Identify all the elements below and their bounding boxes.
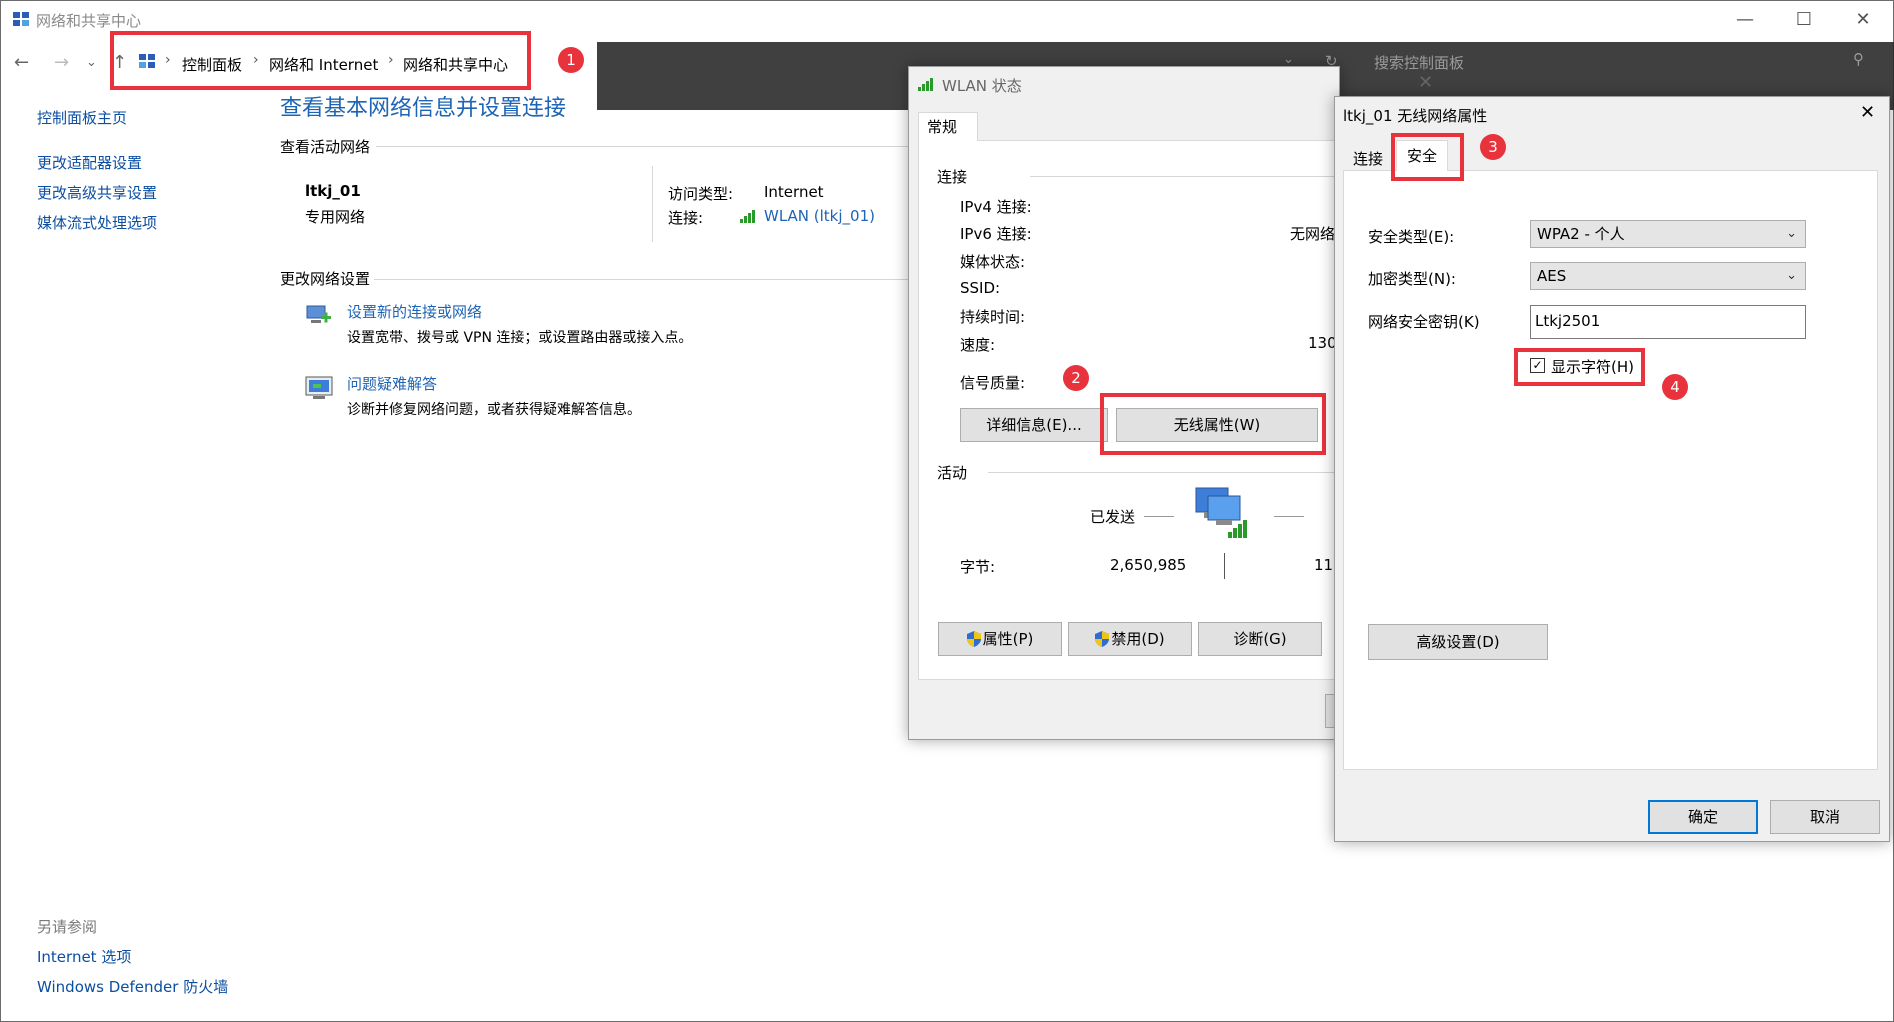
task-troubleshoot-desc: 诊断并修复网络问题，或者获得疑难解答信息。 <box>347 402 641 418</box>
new-connection-icon <box>306 305 331 323</box>
task-troubleshoot[interactable]: 问题疑难解答 <box>347 373 437 394</box>
security-key-input[interactable]: Ltkj2501 <box>1530 305 1806 339</box>
window-title: 网络和共享中心 <box>36 12 142 30</box>
page-title: 查看基本网络信息并设置连接 <box>280 96 567 121</box>
highlight-box-1 <box>110 31 531 90</box>
back-arrow-icon[interactable]: ← <box>14 52 29 73</box>
divider <box>988 472 1338 473</box>
forward-arrow-icon[interactable]: → <box>54 52 69 73</box>
security-type-label: 安全类型(E): <box>1368 228 1455 246</box>
tab-general[interactable]: 常规 <box>918 112 978 141</box>
step-badge-3: 3 <box>1480 134 1506 160</box>
properties-button-label: 属性(P) <box>982 630 1034 648</box>
left-link-adapter[interactable]: 更改适配器设置 <box>37 152 142 173</box>
step-badge-4: 4 <box>1662 374 1688 400</box>
divider <box>1030 176 1338 177</box>
bytes-label: 字节: <box>960 558 996 576</box>
step-badge-1: 1 <box>558 47 584 73</box>
uac-shield-icon <box>966 631 981 647</box>
activity-heading: 活动 <box>937 464 968 482</box>
maximize-button[interactable]: ☐ <box>1784 6 1824 34</box>
dropdown-chevron-icon[interactable]: ⌄ <box>1283 52 1294 67</box>
step-badge-2: 2 <box>1063 365 1089 391</box>
security-type-value: WPA2 - 个人 <box>1537 225 1625 243</box>
ipv6-value: 无网络 <box>1290 225 1336 243</box>
divider <box>376 146 908 147</box>
divider <box>1224 553 1225 579</box>
close-icon[interactable]: ✕ <box>1860 102 1875 123</box>
bytes-sent-value: 2,650,985 <box>1110 556 1187 574</box>
troubleshoot-icon <box>305 376 333 399</box>
uac-shield-icon <box>1095 631 1110 647</box>
access-type-value: Internet <box>764 183 824 201</box>
wlan-status-title: WLAN 状态 <box>942 77 1022 95</box>
task-new-connection[interactable]: 设置新的连接或网络 <box>347 301 482 322</box>
access-type-label: 访问类型: <box>668 185 734 203</box>
sent-label: 已发送 <box>1090 508 1136 526</box>
search-icon[interactable]: ⚲ <box>1853 50 1864 68</box>
network-center-icon <box>13 12 29 26</box>
security-type-select[interactable]: WPA2 - 个人 ⌄ <box>1530 220 1806 248</box>
close-icon[interactable]: ✕ <box>1418 72 1433 93</box>
media-state-label: 媒体状态: <box>960 253 1026 271</box>
signal-quality-label: 信号质量: <box>960 374 1026 392</box>
highlight-box-4 <box>1514 348 1645 386</box>
details-button[interactable]: 详细信息(E)... <box>960 408 1108 442</box>
wireless-properties-title: ltkj_01 无线网络属性 <box>1343 107 1488 125</box>
link-defender-firewall[interactable]: Windows Defender 防火墙 <box>37 976 228 997</box>
ipv4-label: IPv4 连接: <box>960 198 1032 216</box>
connection-heading: 连接 <box>937 168 968 186</box>
ipv6-label: IPv6 连接: <box>960 225 1032 243</box>
network-name: ltkj_01 <box>305 182 361 200</box>
see-also-heading: 另请参阅 <box>37 918 98 936</box>
speed-label: 速度: <box>960 336 996 354</box>
diagnose-button[interactable]: 诊断(G) <box>1198 622 1322 656</box>
cancel-button[interactable]: 取消 <box>1770 800 1880 834</box>
ssid-label: SSID: <box>960 279 1001 297</box>
left-link-media[interactable]: 媒体流式处理选项 <box>37 212 157 233</box>
wifi-signal-icon <box>918 78 933 91</box>
left-link-sharing[interactable]: 更改高级共享设置 <box>37 182 157 203</box>
ok-button[interactable]: 确定 <box>1648 800 1758 834</box>
recent-chevron-icon[interactable]: ⌄ <box>86 55 97 70</box>
change-settings-heading: 更改网络设置 <box>280 270 371 288</box>
tab-connection[interactable]: 连接 <box>1346 146 1390 170</box>
search-input[interactable]: 搜索控制面板 <box>1374 52 1464 73</box>
close-window-button[interactable]: ✕ <box>1843 6 1883 34</box>
speed-value: 130 <box>1308 334 1337 352</box>
chevron-down-icon: ⌄ <box>1786 226 1797 241</box>
link-internet-options[interactable]: Internet 选项 <box>37 946 131 967</box>
wifi-signal-icon <box>740 210 755 223</box>
duration-label: 持续时间: <box>960 308 1026 326</box>
highlight-box-2 <box>1100 393 1326 455</box>
left-link-home[interactable]: 控制面板主页 <box>37 107 127 128</box>
chevron-down-icon: ⌄ <box>1786 268 1797 283</box>
divider <box>652 166 653 242</box>
divider <box>1144 516 1174 517</box>
encryption-type-label: 加密类型(N): <box>1368 270 1456 288</box>
properties-button[interactable]: 属性(P) <box>938 622 1062 656</box>
disable-button-label: 禁用(D) <box>1111 630 1165 648</box>
security-panel <box>1343 170 1878 770</box>
minimize-button[interactable]: — <box>1725 6 1765 34</box>
encryption-type-select[interactable]: AES ⌄ <box>1530 262 1806 290</box>
connection-label: 连接: <box>668 209 704 227</box>
connection-link[interactable]: WLAN (ltkj_01) <box>764 207 875 225</box>
encryption-type-value: AES <box>1537 267 1567 285</box>
security-key-label: 网络安全密钥(K) <box>1368 313 1480 331</box>
divider <box>1274 516 1304 517</box>
highlight-box-3 <box>1391 133 1464 181</box>
disable-button[interactable]: 禁用(D) <box>1068 622 1192 656</box>
divider <box>374 279 908 280</box>
task-new-connection-desc: 设置宽带、拨号或 VPN 连接；或设置路由器或接入点。 <box>347 330 693 346</box>
advanced-settings-button[interactable]: 高级设置(D) <box>1368 624 1548 660</box>
network-type[interactable]: 专用网络 <box>305 206 365 227</box>
network-computers-icon <box>1195 487 1247 538</box>
active-networks-heading: 查看活动网络 <box>280 138 371 156</box>
